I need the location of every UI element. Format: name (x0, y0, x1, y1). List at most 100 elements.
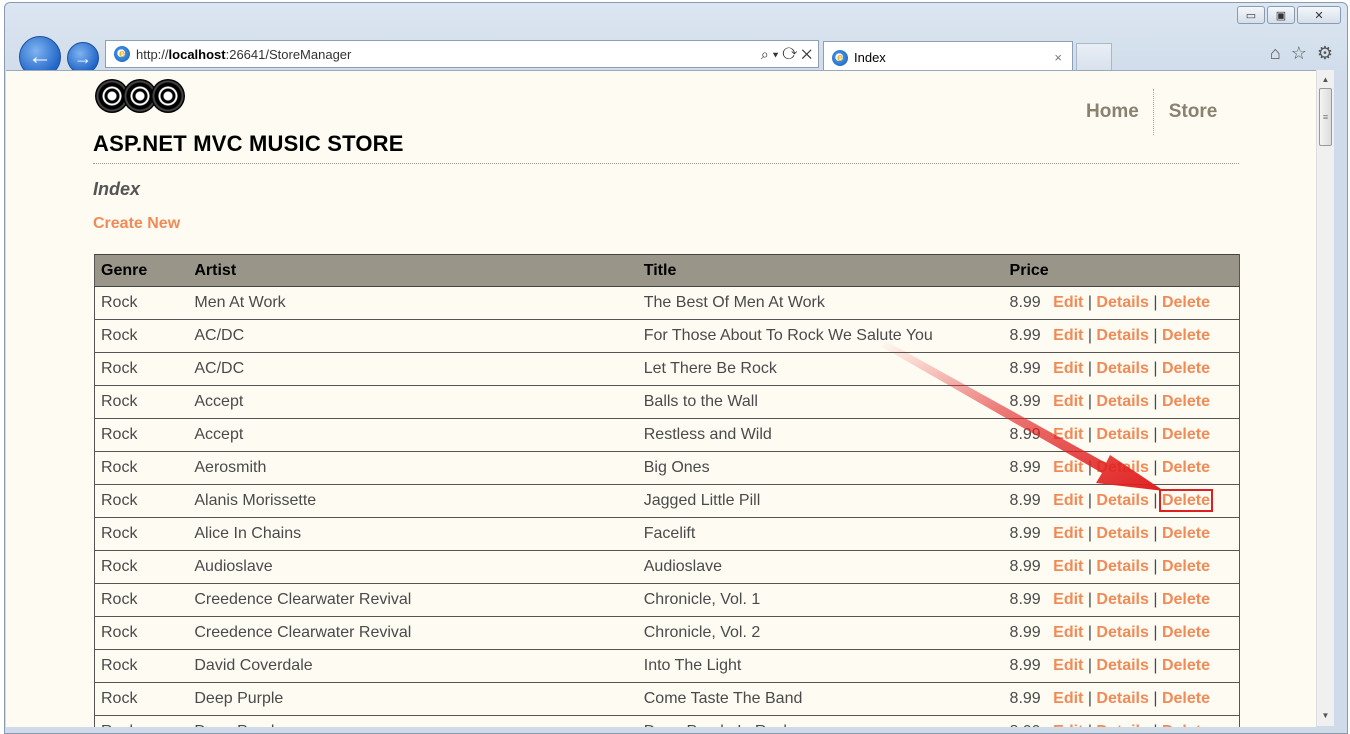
price-value: 8.99 (1009, 657, 1041, 674)
tab-close-icon[interactable]: × (1054, 50, 1062, 65)
details-link[interactable]: Details (1096, 393, 1148, 410)
tab-index[interactable]: e Index × (823, 41, 1073, 73)
star-icon[interactable]: ☆ (1291, 43, 1307, 64)
browser-tools: ⌂ ☆ ⚙ (1270, 43, 1333, 64)
column-header-title: Title (637, 254, 1004, 287)
delete-link[interactable]: Delete (1162, 327, 1210, 344)
delete-link[interactable]: Delete (1162, 294, 1210, 311)
details-link[interactable]: Details (1096, 294, 1148, 311)
title-cell-text: Let There Be Rock (643, 360, 777, 377)
price-actions-cell: 8.99 Edit | Details | Delete (1003, 550, 1240, 584)
edit-link[interactable]: Edit (1053, 624, 1083, 641)
genre-cell-text: Rock (101, 393, 138, 410)
price-actions-cell: 8.99 Edit | Details | Delete (1003, 583, 1240, 617)
title-cell-text: Audioslave (643, 558, 723, 575)
restore-button[interactable]: ▣ (1267, 6, 1295, 24)
action-separator: | (1153, 426, 1158, 443)
table-row: Rock Men At Work The Best Of Men At Work 8.… (94, 286, 1240, 320)
table-row: Rock Accept Restless and Wild 8.99 Edit | D… (94, 418, 1240, 452)
edit-link[interactable]: Edit (1053, 294, 1083, 311)
edit-link[interactable]: Edit (1053, 657, 1083, 674)
delete-link[interactable]: Delete (1162, 393, 1210, 410)
details-link[interactable]: Details (1096, 459, 1148, 476)
artist-cell: AC/DC (188, 352, 638, 386)
genre-cell: Rock (94, 550, 189, 584)
artist-cell-text: Accept (194, 393, 244, 410)
delete-link[interactable]: Delete (1162, 360, 1210, 377)
edit-link[interactable]: Edit (1053, 492, 1083, 509)
scroll-thumb[interactable]: ≡ (1319, 88, 1332, 146)
delete-link[interactable]: Delete (1162, 426, 1210, 443)
edit-link[interactable]: Edit (1053, 327, 1083, 344)
table-row: Rock Audioslave Audioslave 8.99 Edit | Deta… (94, 550, 1240, 584)
delete-link[interactable]: Delete (1162, 690, 1210, 707)
title-cell: Let There Be Rock (637, 352, 1004, 386)
delete-link[interactable]: Delete (1162, 525, 1210, 542)
delete-link[interactable]: Delete (1162, 591, 1210, 608)
title-cell-text: Chronicle, Vol. 2 (643, 624, 761, 641)
action-separator: | (1153, 393, 1158, 410)
action-separator: | (1153, 294, 1158, 311)
edit-link[interactable]: Edit (1053, 690, 1083, 707)
delete-link[interactable]: Delete (1162, 459, 1210, 476)
title-cell: The Best Of Men At Work (637, 286, 1004, 320)
details-link[interactable]: Details (1096, 492, 1148, 509)
top-nav: Home Store (1086, 89, 1217, 135)
address-bar[interactable]: e http://localhost:26641/StoreManager ⌕ … (105, 40, 819, 68)
artist-cell-text: Deep Purple (194, 723, 283, 727)
action-separator: | (1153, 327, 1158, 344)
delete-link-highlighted[interactable]: Delete (1158, 489, 1213, 512)
details-link[interactable]: Details (1096, 690, 1148, 707)
edit-link[interactable]: Edit (1053, 591, 1083, 608)
price-value: 8.99 (1009, 525, 1041, 542)
details-link[interactable]: Details (1096, 657, 1148, 674)
edit-link[interactable]: Edit (1053, 558, 1083, 575)
details-link[interactable]: Details (1096, 558, 1148, 575)
site-logo[interactable] (95, 79, 185, 113)
details-link[interactable]: Details (1096, 591, 1148, 608)
new-tab-button[interactable] (1076, 43, 1112, 73)
home-icon[interactable]: ⌂ (1270, 43, 1281, 64)
title-cell: Deep Purple In Rock (637, 715, 1004, 727)
table-row: Rock Aerosmith Big Ones 8.99 Edit | Details… (94, 451, 1240, 485)
title-cell-text: Chronicle, Vol. 1 (643, 591, 761, 608)
action-separator: | (1087, 558, 1092, 575)
artist-cell: Audioslave (188, 550, 638, 584)
nav-home[interactable]: Home (1086, 101, 1139, 123)
edit-link[interactable]: Edit (1053, 360, 1083, 377)
edit-link[interactable]: Edit (1053, 723, 1083, 727)
edit-link[interactable]: Edit (1053, 393, 1083, 410)
forward-arrow-icon: → (74, 47, 92, 68)
details-link[interactable]: Details (1096, 624, 1148, 641)
minimize-button[interactable]: ▭ (1237, 6, 1265, 24)
details-link[interactable]: Details (1096, 525, 1148, 542)
price-actions-cell: 8.99 Edit | Details | Delete (1003, 385, 1240, 419)
nav-store[interactable]: Store (1169, 101, 1218, 123)
edit-link[interactable]: Edit (1053, 426, 1083, 443)
vertical-scrollbar[interactable]: ▲ ≡ ▼ (1316, 70, 1334, 726)
details-link[interactable]: Details (1096, 426, 1148, 443)
nav-divider (1152, 89, 1155, 135)
title-cell: Into The Light (637, 649, 1004, 683)
action-separator: | (1153, 525, 1158, 542)
column-header-genre: Genre (94, 254, 189, 287)
artist-cell: AC/DC (188, 319, 638, 353)
scroll-up-icon[interactable]: ▲ (1317, 72, 1334, 88)
scroll-down-icon[interactable]: ▼ (1317, 708, 1334, 724)
edit-link[interactable]: Edit (1053, 525, 1083, 542)
address-tools[interactable]: ⌕ ▾ ⟳ ✕ (761, 46, 812, 63)
artist-cell: Men At Work (188, 286, 638, 320)
close-window-button[interactable]: ✕ (1297, 6, 1341, 24)
details-link[interactable]: Details (1096, 360, 1148, 377)
details-link[interactable]: Details (1096, 327, 1148, 344)
delete-link[interactable]: Delete (1162, 723, 1210, 727)
title-cell-text: Facelift (643, 525, 696, 542)
delete-link[interactable]: Delete (1162, 624, 1210, 641)
create-new-link[interactable]: Create New (93, 215, 180, 233)
delete-link[interactable]: Delete (1162, 657, 1210, 674)
action-separator: | (1153, 723, 1157, 727)
details-link[interactable]: Details (1096, 723, 1148, 727)
gear-icon[interactable]: ⚙ (1317, 43, 1333, 64)
edit-link[interactable]: Edit (1053, 459, 1083, 476)
delete-link[interactable]: Delete (1162, 558, 1210, 575)
